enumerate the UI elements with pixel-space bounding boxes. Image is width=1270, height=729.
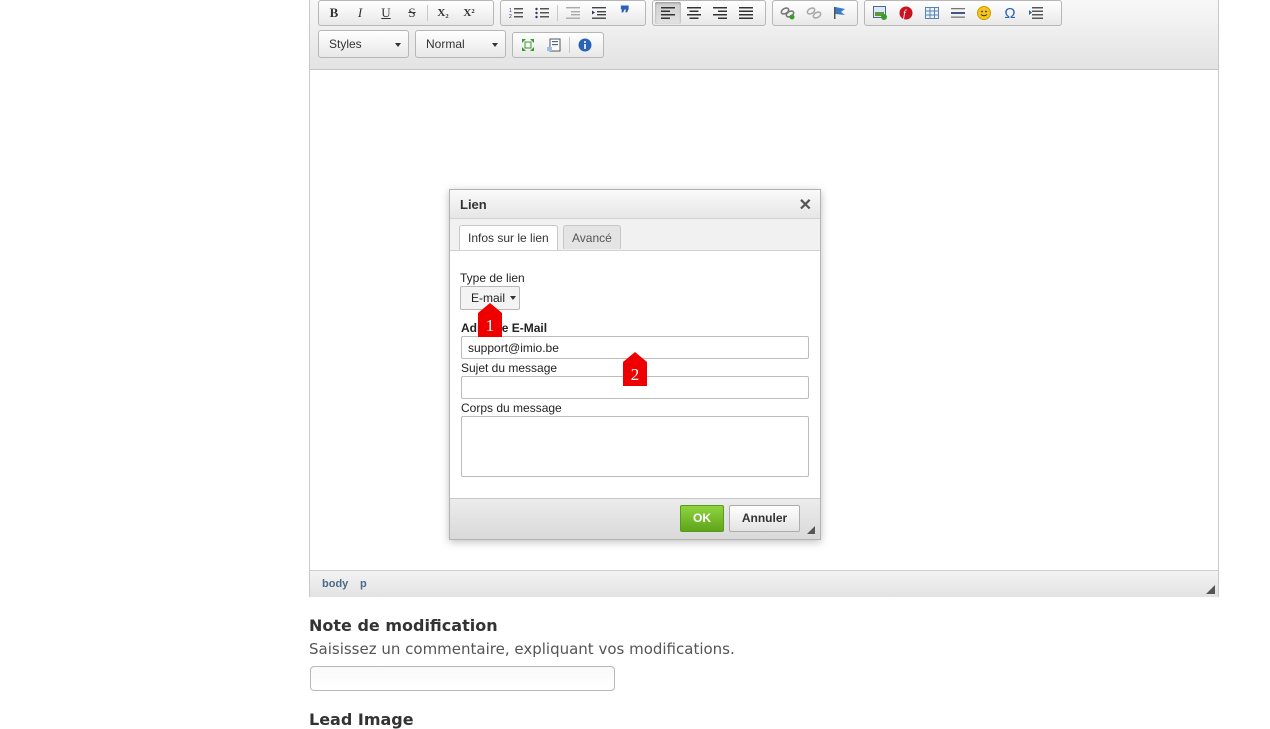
toolbar-group-tools — [512, 32, 604, 58]
ok-button[interactable]: OK — [680, 505, 724, 532]
toolbar-separator — [569, 37, 570, 53]
toolbar-group-lists: 12 ❞ — [500, 0, 646, 26]
resize-handle-icon[interactable] — [1206, 585, 1215, 594]
dialog-footer: OK Annuler — [450, 498, 820, 539]
horizontal-rule-icon[interactable] — [945, 2, 971, 24]
element-path-p[interactable]: p — [360, 578, 367, 590]
special-character-icon[interactable]: Ω — [997, 2, 1023, 24]
dialog-tabs: Infos sur le lien Avancé — [450, 219, 820, 251]
anchor-flag-icon[interactable] — [827, 2, 853, 24]
tab-link-info[interactable]: Infos sur le lien — [459, 225, 558, 250]
change-note-input[interactable] — [310, 666, 615, 691]
align-justify-icon[interactable] — [733, 2, 759, 24]
bold-button[interactable]: B — [321, 2, 347, 24]
cancel-button[interactable]: Annuler — [729, 505, 800, 532]
smiley-icon[interactable] — [971, 2, 997, 24]
svg-text:2: 2 — [509, 14, 512, 19]
info-icon[interactable] — [572, 34, 598, 56]
subscript-button[interactable]: X₂ — [430, 2, 456, 24]
unlink-icon[interactable] — [801, 2, 827, 24]
toolbar-group-align — [652, 0, 766, 26]
format-dropdown[interactable]: Normal — [415, 30, 506, 58]
align-left-icon[interactable] — [655, 2, 681, 24]
message-subject-label: Sujet du message — [461, 361, 558, 375]
strikethrough-button[interactable]: S — [399, 2, 425, 24]
chevron-down-icon — [395, 43, 401, 47]
link-icon[interactable] — [775, 2, 801, 24]
dialog-title: Lien — [460, 197, 487, 212]
annotation-marker-1: 1 — [478, 303, 502, 337]
toolbar-group-basic: B I U S X₂ X² — [318, 0, 494, 26]
align-right-icon[interactable] — [707, 2, 733, 24]
dialog-titlebar[interactable]: Lien ✕ — [450, 190, 820, 219]
superscript-button[interactable]: X² — [456, 2, 482, 24]
change-note-help: Saisissez un commentaire, expliquant vos… — [309, 640, 735, 658]
toolbar-separator — [427, 5, 428, 21]
chevron-down-icon — [510, 296, 516, 300]
change-note-title: Note de modification — [309, 616, 498, 635]
annotation-marker-2: 2 — [623, 352, 647, 386]
editor-toolbar: B I U S X₂ X² 12 ❞ f Ω Styles Normal — [310, 0, 1218, 70]
email-address-label: Adresse E-Mail — [461, 321, 548, 335]
outdent-icon[interactable] — [560, 2, 586, 24]
message-body-label: Corps du message — [461, 401, 562, 415]
editor-statusbar: body p — [310, 570, 1218, 597]
bulleted-list-icon[interactable] — [529, 2, 555, 24]
message-body-field[interactable] — [461, 416, 809, 477]
styles-dropdown[interactable]: Styles — [318, 30, 409, 58]
toolbar-separator — [557, 5, 558, 21]
toolbar-group-links — [772, 0, 858, 26]
maximize-icon[interactable] — [515, 34, 541, 56]
image-icon[interactable] — [867, 2, 893, 24]
align-center-icon[interactable] — [681, 2, 707, 24]
element-path-body[interactable]: body — [322, 578, 348, 590]
styles-dropdown-label: Styles — [329, 37, 362, 51]
lead-image-title: Lead Image — [309, 710, 414, 729]
indent-icon[interactable] — [586, 2, 612, 24]
resize-handle-icon[interactable] — [807, 526, 815, 534]
link-type-label: Type de lien — [460, 271, 525, 285]
close-icon[interactable]: ✕ — [799, 195, 812, 215]
blockquote-icon[interactable]: ❞ — [612, 2, 638, 24]
italic-button[interactable]: I — [347, 2, 373, 24]
tab-advanced[interactable]: Avancé — [563, 225, 621, 249]
chevron-down-icon — [492, 43, 498, 47]
flash-icon[interactable]: f — [893, 2, 919, 24]
underline-button[interactable]: U — [373, 2, 399, 24]
toolbar-group-insert: f Ω — [864, 0, 1062, 26]
format-dropdown-label: Normal — [426, 37, 465, 51]
page-break-icon[interactable] — [1023, 2, 1049, 24]
show-blocks-icon[interactable] — [541, 34, 567, 56]
numbered-list-icon[interactable]: 12 — [503, 2, 529, 24]
table-icon[interactable] — [919, 2, 945, 24]
